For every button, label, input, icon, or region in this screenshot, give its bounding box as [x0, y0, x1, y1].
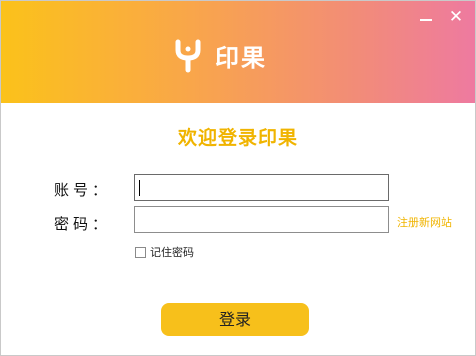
y-logo-icon: [175, 39, 201, 72]
minimize-icon: [420, 19, 432, 21]
close-button[interactable]: ✕: [445, 7, 467, 27]
remember-password[interactable]: 记住密码: [135, 244, 194, 260]
remember-checkbox[interactable]: [135, 246, 146, 258]
close-icon: ✕: [448, 7, 464, 27]
password-input[interactable]: [134, 206, 389, 233]
account-input[interactable]: [134, 174, 389, 201]
text-caret: [139, 180, 140, 196]
account-label: 账号：: [54, 181, 112, 199]
logo-text: 印果: [215, 44, 267, 72]
login-window: ✕ 印果 欢迎登录印果 账号： 密码： 注册新网站 记住密码 登录: [0, 0, 476, 356]
remember-label: 记住密码: [150, 246, 194, 259]
password-label: 密码：: [54, 215, 112, 233]
app-logo: 印果: [173, 38, 267, 73]
header-banner: ✕ 印果: [1, 1, 475, 103]
login-button[interactable]: 登录: [161, 303, 309, 336]
minimize-button[interactable]: [415, 7, 437, 27]
welcome-title: 欢迎登录印果: [177, 127, 298, 149]
register-link[interactable]: 注册新网站: [397, 214, 452, 230]
